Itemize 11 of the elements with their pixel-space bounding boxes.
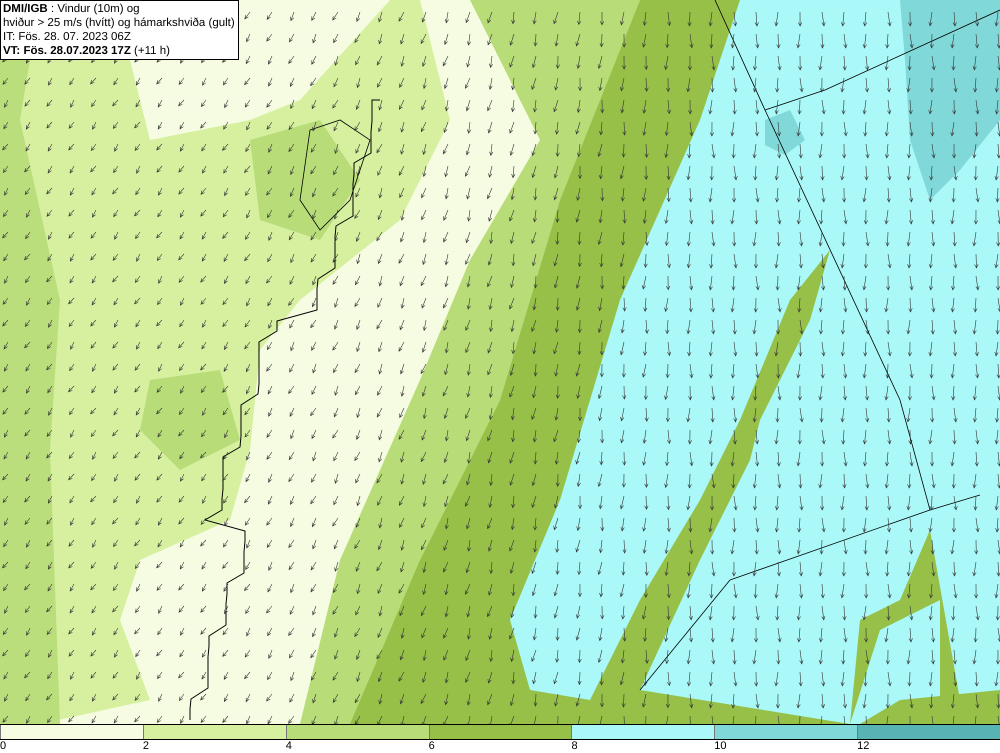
legend-tick-label: 0 bbox=[0, 740, 6, 753]
legend-tick-label: 2 bbox=[142, 740, 149, 753]
title-line: DMI/IGB : Vindur (10m) og bbox=[3, 2, 141, 16]
title-line: VT: Fös. 28.07.2023 17Z (+11 h) bbox=[3, 44, 171, 58]
title-line: IT: Fös. 28. 07. 2023 06Z bbox=[3, 30, 132, 44]
legend-tick-label: 6 bbox=[428, 740, 435, 753]
legend-tick-label: 12 bbox=[857, 740, 870, 753]
legend-tick-label: 10 bbox=[714, 740, 727, 753]
title-line: hviður > 25 m/s (hvítt) og hámarkshviða (gult) bbox=[3, 16, 235, 30]
legend-tick-label: 4 bbox=[286, 740, 292, 753]
legend-tick-label: 8 bbox=[571, 740, 578, 753]
